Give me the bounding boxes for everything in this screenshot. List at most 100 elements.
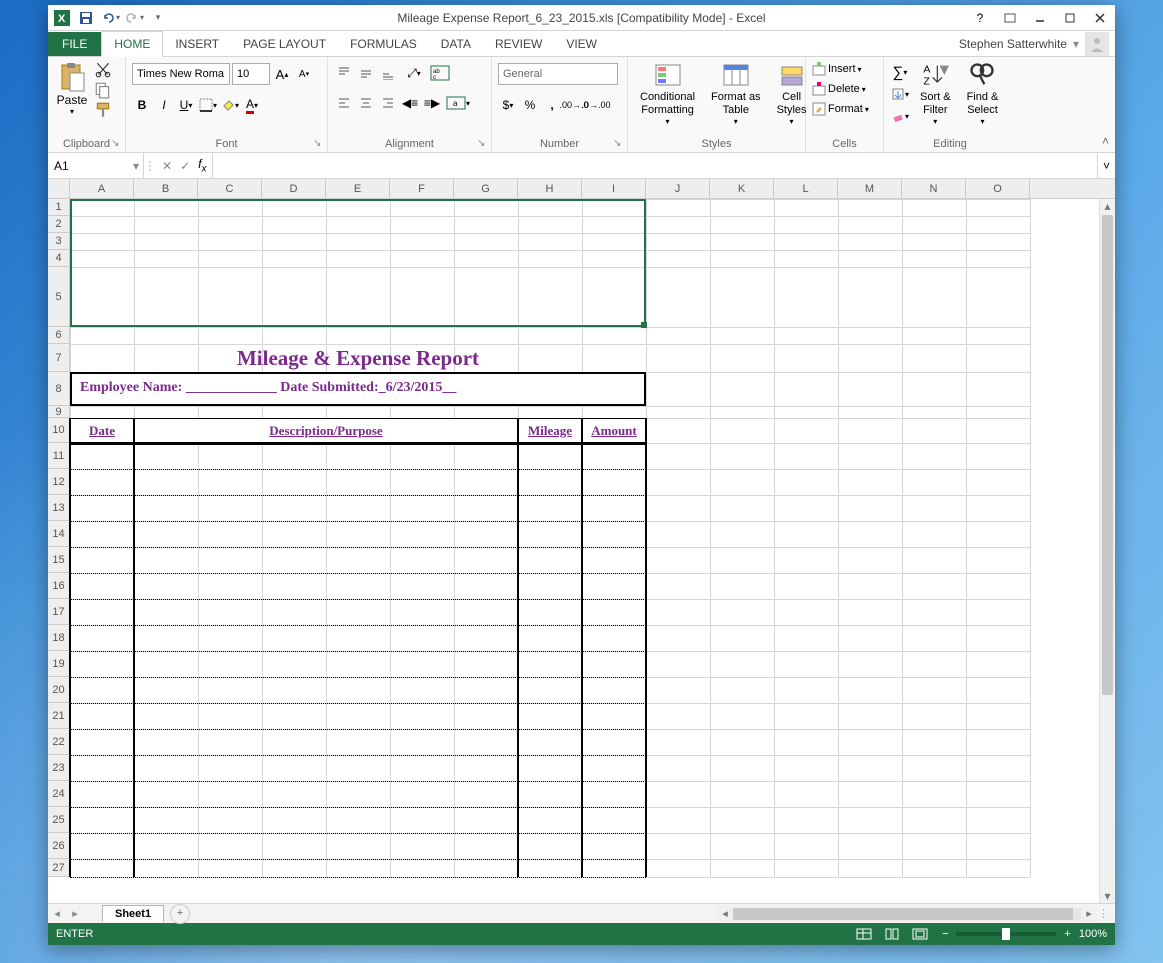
row-header-14[interactable]: 14	[48, 521, 69, 547]
col-header-G[interactable]: G	[454, 179, 518, 198]
enter-formula-icon[interactable]: ✓	[180, 159, 190, 173]
page-break-view-icon[interactable]	[906, 925, 934, 943]
row-header-7[interactable]: 7	[48, 344, 69, 372]
row-header-11[interactable]: 11	[48, 443, 69, 469]
font-name-input[interactable]	[132, 63, 230, 85]
row-header-19[interactable]: 19	[48, 651, 69, 677]
tab-formulas[interactable]: FORMULAS	[338, 32, 429, 56]
row-header-15[interactable]: 15	[48, 547, 69, 573]
bold-icon[interactable]: B	[132, 95, 152, 115]
row-header-20[interactable]: 20	[48, 677, 69, 703]
qat-customize-icon[interactable]: ▾	[148, 8, 168, 28]
redo-icon[interactable]: ▾	[124, 8, 144, 28]
align-center-icon[interactable]	[356, 93, 376, 113]
row-header-27[interactable]: 27	[48, 859, 69, 877]
normal-view-icon[interactable]	[850, 925, 878, 943]
merge-center-icon[interactable]: a▾	[444, 93, 472, 113]
format-as-table-button[interactable]: Format as Table▾	[705, 59, 767, 129]
row-header-22[interactable]: 22	[48, 729, 69, 755]
row-header-17[interactable]: 17	[48, 599, 69, 625]
col-header-H[interactable]: H	[518, 179, 582, 198]
horizontal-scrollbar[interactable]: ◂ ▸	[717, 906, 1097, 922]
paste-button[interactable]: Paste▾	[54, 59, 90, 118]
row-header-4[interactable]: 4	[48, 250, 69, 267]
excel-app-icon[interactable]: X	[52, 8, 72, 28]
hscroll-thumb[interactable]	[733, 908, 1073, 920]
sheet-nav-next-icon[interactable]: ▸	[66, 907, 84, 920]
select-all-triangle[interactable]	[48, 179, 70, 199]
align-top-icon[interactable]	[334, 63, 354, 83]
page-layout-view-icon[interactable]	[878, 925, 906, 943]
col-header-D[interactable]: D	[262, 179, 326, 198]
col-header-E[interactable]: E	[326, 179, 390, 198]
row-header-8[interactable]: 8	[48, 372, 69, 406]
zoom-out-icon[interactable]: −	[942, 928, 948, 940]
row-header-2[interactable]: 2	[48, 216, 69, 233]
maximize-button[interactable]	[1055, 5, 1085, 31]
clipboard-launcher-icon[interactable]: ↘	[111, 138, 123, 150]
zoom-slider[interactable]	[956, 932, 1056, 936]
ribbon-display-icon[interactable]	[995, 5, 1025, 31]
row-header-18[interactable]: 18	[48, 625, 69, 651]
row-header-25[interactable]: 25	[48, 807, 69, 833]
row-header-26[interactable]: 26	[48, 833, 69, 859]
cancel-formula-icon[interactable]: ✕	[162, 159, 172, 173]
col-header-N[interactable]: N	[902, 179, 966, 198]
sheet-nav-prev-icon[interactable]: ◂	[48, 907, 66, 920]
col-header-O[interactable]: O	[966, 179, 1030, 198]
increase-indent-icon[interactable]: ≡▶	[422, 93, 442, 113]
number-launcher-icon[interactable]: ↘	[613, 138, 625, 150]
find-select-button[interactable]: Find & Select▾	[961, 59, 1005, 129]
row-header-21[interactable]: 21	[48, 703, 69, 729]
autosum-icon[interactable]: ∑▾	[890, 62, 910, 82]
conditional-formatting-button[interactable]: Conditional Formatting▾	[634, 59, 701, 129]
add-sheet-button[interactable]: +	[170, 904, 190, 924]
decrease-font-icon[interactable]: A▾	[294, 64, 314, 84]
alignment-launcher-icon[interactable]: ↘	[477, 138, 489, 150]
collapse-ribbon-icon[interactable]: ˄	[1102, 134, 1109, 148]
copy-icon[interactable]	[94, 81, 112, 99]
row-header-16[interactable]: 16	[48, 573, 69, 599]
col-header-F[interactable]: F	[390, 179, 454, 198]
col-header-C[interactable]: C	[198, 179, 262, 198]
row-header-23[interactable]: 23	[48, 755, 69, 781]
border-icon[interactable]: ▾	[198, 95, 218, 115]
row-header-9[interactable]: 9	[48, 406, 69, 418]
format-cells-button[interactable]: Format ▾	[812, 102, 869, 116]
number-format-select[interactable]	[498, 63, 618, 85]
col-header-B[interactable]: B	[134, 179, 198, 198]
row-header-1[interactable]: 1	[48, 199, 69, 216]
decrease-indent-icon[interactable]: ◀≡	[400, 93, 420, 113]
help-icon[interactable]: ?	[965, 5, 995, 31]
tab-home[interactable]: HOME	[101, 31, 163, 57]
row-header-3[interactable]: 3	[48, 233, 69, 250]
font-color-icon[interactable]: A▾	[242, 95, 262, 115]
user-avatar[interactable]	[1085, 32, 1109, 56]
col-header-M[interactable]: M	[838, 179, 902, 198]
cut-icon[interactable]	[94, 61, 112, 79]
row-header-13[interactable]: 13	[48, 495, 69, 521]
col-header-I[interactable]: I	[582, 179, 646, 198]
underline-icon[interactable]: U▾	[176, 95, 196, 115]
col-header-L[interactable]: L	[774, 179, 838, 198]
accounting-format-icon[interactable]: $▾	[498, 95, 518, 115]
insert-cells-button[interactable]: Insert ▾	[812, 62, 862, 76]
align-bottom-icon[interactable]	[378, 63, 398, 83]
row-header-24[interactable]: 24	[48, 781, 69, 807]
font-launcher-icon[interactable]: ↘	[313, 138, 325, 150]
zoom-level[interactable]: 100%	[1079, 928, 1107, 940]
fill-handle[interactable]	[641, 322, 647, 328]
align-left-icon[interactable]	[334, 93, 354, 113]
tab-page-layout[interactable]: PAGE LAYOUT	[231, 32, 338, 56]
align-right-icon[interactable]	[378, 93, 398, 113]
delete-cells-button[interactable]: Delete ▾	[812, 82, 866, 96]
format-painter-icon[interactable]	[94, 101, 112, 119]
wrap-text-icon[interactable]: abc	[430, 63, 450, 83]
fill-icon[interactable]: ▾	[890, 84, 910, 104]
orientation-icon[interactable]: ⤢▾	[400, 63, 428, 83]
decrease-decimal-icon[interactable]: .0→.00	[586, 95, 606, 115]
percent-format-icon[interactable]: %	[520, 95, 540, 115]
italic-icon[interactable]: I	[154, 95, 174, 115]
zoom-in-icon[interactable]: +	[1064, 928, 1070, 940]
formula-input[interactable]	[213, 153, 1097, 178]
